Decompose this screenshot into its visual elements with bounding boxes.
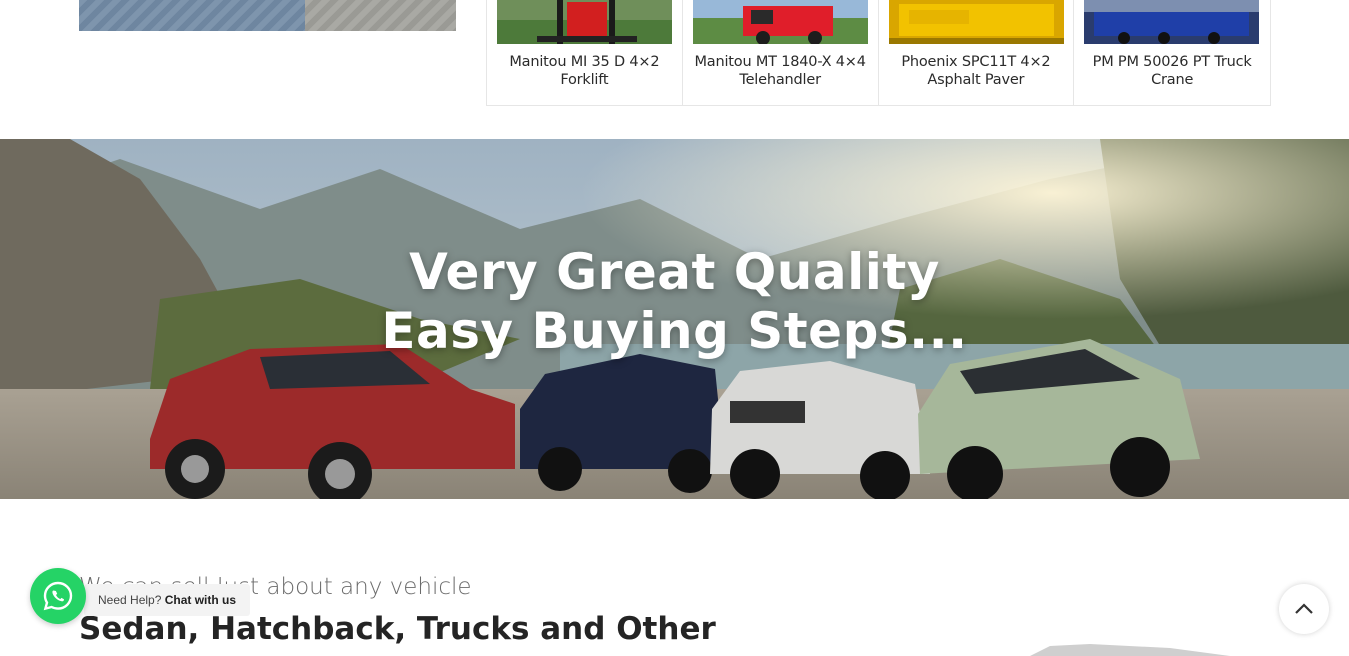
whatsapp-icon [43, 581, 73, 611]
product-title[interactable]: Manitou MT 1840-X 4×4 Telehandler [689, 53, 872, 89]
section-heading: Sedan, Hatchback, Trucks and Other [79, 611, 716, 647]
product-card[interactable]: Phoenix SPC11T 4×2 Asphalt Paver [879, 0, 1075, 105]
whatsapp-help-prefix: Need Help? [98, 593, 162, 607]
scroll-to-top-button[interactable] [1279, 584, 1329, 634]
whatsapp-help-bubble[interactable]: Need Help? Chat with us [84, 584, 251, 616]
related-products-strip: Manitou MI 35 D 4×2 Forklift Manitou MT … [0, 0, 1349, 139]
product-thumbnail[interactable] [692, 0, 868, 44]
chevron-up-icon [1295, 603, 1313, 614]
whatsapp-button[interactable] [30, 568, 86, 624]
hero-banner: Very Great Quality Easy Buying Steps... [0, 139, 1349, 499]
hero-headline: Very Great Quality Easy Buying Steps... [0, 243, 1349, 361]
product-thumbnail[interactable] [888, 0, 1064, 44]
product-thumbnail[interactable] [497, 0, 672, 44]
product-title[interactable]: Phoenix SPC11T 4×2 Asphalt Paver [885, 53, 1068, 89]
product-title[interactable]: PM PM 50026 PT Truck Crane [1080, 53, 1264, 89]
whatsapp-chat-link[interactable]: Chat with us [165, 593, 236, 607]
vehicle-image-edge [1030, 644, 1230, 656]
hero-line-2: Easy Buying Steps... [381, 302, 968, 360]
product-card[interactable]: Manitou MI 35 D 4×2 Forklift [487, 0, 683, 105]
product-thumbnail[interactable] [1084, 0, 1260, 44]
product-carousel: Manitou MI 35 D 4×2 Forklift Manitou MT … [486, 0, 1271, 106]
hero-line-1: Very Great Quality [409, 243, 940, 301]
paving-image [79, 0, 456, 31]
product-title[interactable]: Manitou MI 35 D 4×2 Forklift [493, 53, 676, 89]
product-card[interactable]: Manitou MT 1840-X 4×4 Telehandler [683, 0, 879, 105]
product-card[interactable]: PM PM 50026 PT Truck Crane [1074, 0, 1270, 105]
